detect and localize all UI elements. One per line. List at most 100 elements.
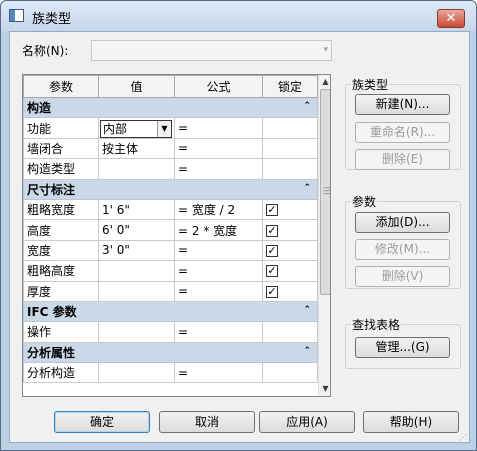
delete-type-button[interactable]: 删除(E)	[355, 149, 450, 170]
parameters-table: 参数值公式 锁定 构造 ⌃ 功能 内部 ▼ = 墙闭合 按主体 = 构造类型 = 尺寸标注 ⌃ 粗略宽度 1'…	[23, 75, 318, 384]
formula-cell[interactable]: =	[174, 362, 263, 384]
parameters-label: 参数	[351, 193, 378, 210]
help-button[interactable]: 帮助(H)	[363, 411, 459, 433]
value-cell[interactable]	[98, 260, 175, 282]
table-row[interactable]: 高度 6' 0" = 2 * 宽度 ✓	[23, 219, 318, 241]
family-types-label: 族类型	[351, 76, 390, 93]
formula-cell[interactable]: =	[174, 158, 263, 180]
scroll-down-icon[interactable]: ▼	[320, 384, 330, 394]
apply-button[interactable]: 应用(A)	[259, 411, 355, 433]
column-header[interactable]: 锁定	[262, 75, 318, 98]
collapse-icon[interactable]: ⌃	[303, 305, 311, 315]
section-header[interactable]: 构造 ⌃	[23, 96, 318, 119]
section-title: 尺寸标注	[27, 182, 76, 197]
table-row[interactable]: 粗略高度 = ✓	[23, 260, 318, 282]
parameter-name: 厚度	[23, 280, 99, 302]
function-dropdown[interactable]: 内部 ▼	[100, 119, 172, 138]
parameter-name: 粗略高度	[23, 260, 99, 282]
modify-parameter-button[interactable]: 修改(M)...	[355, 239, 450, 260]
remove-parameter-button[interactable]: 删除(V)	[355, 266, 450, 287]
cancel-button[interactable]: 取消	[159, 411, 255, 433]
table-row[interactable]: 墙闭合 按主体 =	[23, 137, 318, 160]
name-dropdown[interactable]: ▾	[91, 40, 332, 61]
name-label: 名称(N):	[22, 44, 69, 58]
new-type-button[interactable]: 新建(N)...	[355, 94, 450, 115]
vertical-scrollbar[interactable]: ▲ ——— ▼	[318, 75, 330, 396]
section-title: 构造	[27, 101, 52, 116]
table-row[interactable]: 分析构造 =	[23, 362, 318, 384]
collapse-icon[interactable]: ⌃	[303, 101, 311, 111]
value-cell[interactable]	[98, 280, 175, 302]
table-header-row: 参数值公式 锁定	[23, 75, 318, 98]
formula-cell[interactable]: =	[174, 137, 263, 160]
lock-cell	[262, 362, 318, 384]
value-cell[interactable]: 内部 ▼	[98, 117, 175, 139]
table-row[interactable]: 厚度 = ✓	[23, 280, 318, 302]
lock-cell[interactable]: ✓	[262, 260, 318, 282]
table-row[interactable]: 宽度 3' 0" = ✓	[23, 239, 318, 262]
section-header[interactable]: IFC 参数 ⌃	[23, 300, 318, 323]
lock-checkbox[interactable]: ✓	[266, 204, 278, 217]
close-button[interactable]: ✕	[437, 9, 465, 28]
table-row[interactable]: 构造类型 =	[23, 158, 318, 180]
parameter-name: 粗略宽度	[23, 198, 99, 221]
parameter-name: 功能	[23, 117, 99, 139]
lock-cell	[262, 158, 318, 180]
value-cell[interactable]: 6' 0"	[98, 219, 175, 241]
lock-cell[interactable]: ✓	[262, 198, 318, 221]
table-row[interactable]: 粗略宽度 1' 6" = 宽度 / 2 ✓	[23, 198, 318, 221]
section-title: IFC 参数	[27, 305, 77, 320]
lock-cell[interactable]: ✓	[262, 219, 318, 241]
rename-type-button[interactable]: 重命名(R)...	[355, 122, 450, 143]
formula-cell[interactable]: = 2 * 宽度	[174, 219, 263, 241]
manage-lookup-button[interactable]: 管理...(G)	[355, 337, 450, 358]
value-cell[interactable]	[98, 158, 175, 180]
value-cell[interactable]: 1' 6"	[98, 198, 175, 221]
section-header[interactable]: 分析属性 ⌃	[23, 341, 318, 364]
collapse-icon[interactable]: ⌃	[303, 183, 311, 193]
section-header[interactable]: 尺寸标注 ⌃	[23, 178, 318, 200]
section-row[interactable]: 分析属性 ⌃	[23, 341, 318, 364]
lock-checkbox[interactable]: ✓	[266, 224, 278, 237]
formula-cell[interactable]: =	[174, 280, 263, 302]
dropdown-value: 内部	[103, 121, 128, 136]
column-header[interactable]: 公式	[174, 75, 263, 98]
formula-cell[interactable]: = 宽度 / 2	[174, 198, 263, 221]
ok-button[interactable]: 确定	[54, 411, 150, 433]
parameter-name: 构造类型	[23, 158, 99, 180]
section-row[interactable]: 尺寸标注 ⌃	[23, 178, 318, 200]
resize-grip-icon[interactable]: ⋰	[459, 434, 467, 442]
title-bar[interactable]: 族类型 ✕	[1, 1, 476, 31]
dialog-body: 名称(N): ▾ 参数值公式 锁定 构造 ⌃ 功能 内部 ▼ = 墙闭合 按主体 = 构造类型 = 尺寸…	[9, 31, 470, 443]
lock-checkbox[interactable]: ✓	[266, 265, 278, 278]
value-cell[interactable]	[98, 362, 175, 384]
collapse-icon[interactable]: ⌃	[303, 346, 311, 356]
lock-checkbox[interactable]: ✓	[266, 244, 278, 257]
family-types-dialog: 族类型 ✕ 名称(N): ▾ 参数值公式 锁定 构造 ⌃ 功能 内部 ▼ = 墙闭合 按主体 = 构…	[0, 0, 477, 451]
column-header[interactable]: 值	[98, 75, 175, 98]
chevron-down-icon[interactable]: ▼	[157, 120, 171, 137]
lock-cell	[262, 321, 318, 343]
table-row[interactable]: 功能 内部 ▼ =	[23, 117, 318, 139]
lock-cell[interactable]: ✓	[262, 280, 318, 302]
scroll-up-icon[interactable]: ▲	[320, 77, 330, 87]
section-row[interactable]: IFC 参数 ⌃	[23, 300, 318, 323]
formula-cell[interactable]: =	[174, 239, 263, 262]
chevron-down-icon: ▾	[323, 45, 328, 55]
value-cell[interactable]: 3' 0"	[98, 239, 175, 262]
lock-cell[interactable]: ✓	[262, 239, 318, 262]
scroll-thumb[interactable]: ———	[320, 89, 330, 295]
formula-cell[interactable]: =	[174, 260, 263, 282]
value-cell[interactable]	[98, 321, 175, 343]
window-icon	[9, 9, 24, 22]
parameters-grid: 参数值公式 锁定 构造 ⌃ 功能 内部 ▼ = 墙闭合 按主体 = 构造类型 = 尺寸标注 ⌃ 粗略宽度 1'…	[22, 74, 331, 397]
parameter-name: 分析构造	[23, 362, 99, 384]
formula-cell[interactable]: =	[174, 117, 263, 139]
table-row[interactable]: 操作 =	[23, 321, 318, 343]
lock-checkbox[interactable]: ✓	[266, 285, 278, 298]
column-header[interactable]: 参数	[23, 75, 99, 98]
formula-cell[interactable]: =	[174, 321, 263, 343]
section-row[interactable]: 构造 ⌃	[23, 96, 318, 119]
value-cell[interactable]: 按主体	[98, 137, 175, 160]
add-parameter-button[interactable]: 添加(D)...	[355, 212, 450, 233]
